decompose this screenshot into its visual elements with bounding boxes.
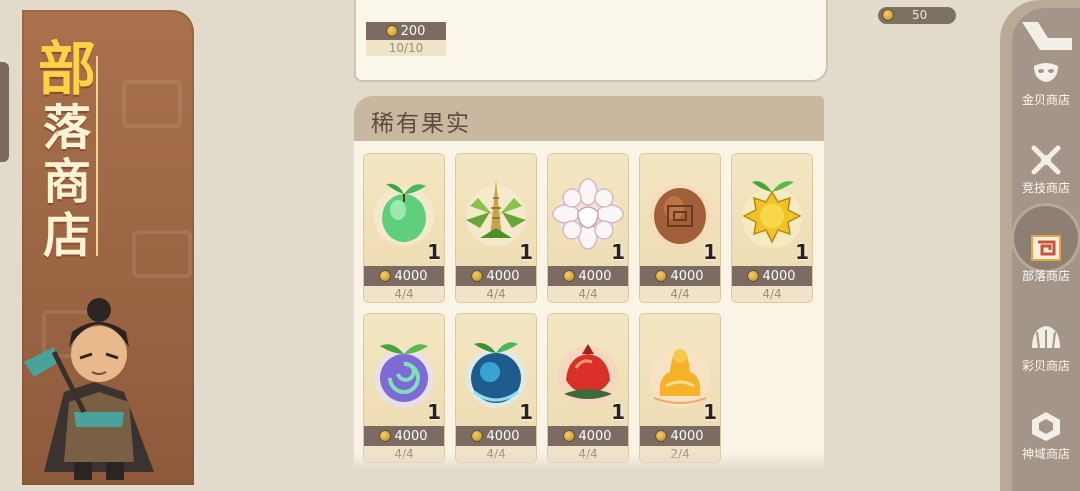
item-price: 200: [400, 23, 426, 39]
shop-item-card[interactable]: 1 4000 4/4: [640, 154, 720, 302]
banner-title-char: 店: [42, 208, 91, 264]
coin-icon: [380, 271, 391, 281]
crossed-swords-icon: [1031, 145, 1061, 175]
left-edge-tab[interactable]: [0, 62, 9, 162]
shop-item-card[interactable]: 1 4000 4/4: [548, 314, 628, 462]
section-title: 稀有果实: [371, 111, 471, 137]
coin-icon: [564, 271, 575, 281]
banner-divider: [96, 56, 98, 256]
stock-bar: 10/10: [366, 40, 446, 56]
section-header: 稀有果实: [354, 96, 824, 141]
coin-icon: [380, 431, 391, 441]
nav-item-arena-shop[interactable]: 竞技商店: [1012, 126, 1080, 196]
coin-icon: [656, 271, 667, 281]
currency-amount: 50: [912, 8, 928, 22]
price-bar: 4000: [732, 266, 812, 286]
banner-title-char: 商: [42, 154, 91, 210]
coin-icon: [883, 10, 893, 20]
nav-item-label: 金贝商店: [1021, 93, 1070, 107]
price-bar: 4000: [640, 426, 720, 446]
shop-item-card[interactable]: 1 4000 4/4: [364, 314, 444, 462]
item-stock: 4/4: [394, 287, 414, 301]
previous-section-panel: 200 10/10: [354, 0, 828, 82]
item-price: 4000: [670, 268, 704, 284]
stock-bar: 4/4: [640, 286, 720, 302]
currency-display: 50: [878, 7, 956, 24]
item-stock: 10/10: [388, 41, 424, 55]
item-quantity: 1: [427, 400, 441, 424]
price-bar: 4000: [640, 266, 720, 286]
rare-fruits-section[interactable]: 稀有果实 1 4000 4/4 1 4000 4/4 1 4000 4/4 1 …: [354, 96, 824, 468]
shell-icon: [1032, 326, 1060, 349]
nav-item-label: 神域商店: [1021, 447, 1070, 461]
item-price: 4000: [394, 268, 428, 284]
banner-title-char: 落: [42, 100, 91, 156]
item-quantity: 1: [519, 400, 533, 424]
shop-item-card[interactable]: 1 4000 2/4: [640, 314, 720, 462]
banner-title-char: 部: [38, 35, 97, 103]
price-bar: 4000: [548, 426, 628, 446]
shop-item-card[interactable]: 1 4000 4/4: [364, 154, 444, 302]
price-bar: 4000: [364, 426, 444, 446]
banner-title: 部 落 商 店: [38, 40, 96, 260]
mask-icon: [1034, 63, 1058, 82]
price-bar: 4000: [364, 266, 444, 286]
item-price: 4000: [578, 268, 612, 284]
hexagon-gem-icon: [1032, 412, 1060, 441]
nav-item-tribe-shop[interactable]: 部落商店: [1012, 206, 1080, 284]
tribal-merchant-character: [24, 298, 154, 480]
item-stock: 4/4: [486, 287, 506, 301]
stock-bar: 4/4: [456, 286, 536, 302]
tribal-emblem-icon: [1031, 235, 1061, 261]
item-price: 4000: [670, 428, 704, 444]
item-stock: 4/4: [762, 287, 782, 301]
item-price: 4000: [486, 428, 520, 444]
coin-icon: [472, 271, 483, 281]
shop-item-card[interactable]: 1 4000 4/4: [456, 154, 536, 302]
price-bar: 4000: [548, 266, 628, 286]
item-quantity: 1: [703, 240, 717, 264]
coin-icon: [472, 431, 483, 441]
list-fade: [354, 452, 824, 468]
item-price: 4000: [394, 428, 428, 444]
item-price: 4000: [486, 268, 520, 284]
stock-bar: 4/4: [548, 286, 628, 302]
price-bar: 4000: [456, 426, 536, 446]
shop-item-card[interactable]: 1 4000 4/4: [732, 154, 812, 302]
nav-item-gold-shell-shop[interactable]: 金贝商店: [1012, 38, 1080, 108]
item-quantity: 1: [611, 400, 625, 424]
coin-icon: [564, 431, 575, 441]
nav-item-label: 竞技商店: [1021, 181, 1070, 195]
shop-item-card[interactable]: 1 4000 4/4: [548, 154, 628, 302]
nav-item-color-shell-shop[interactable]: 彩贝商店: [1012, 304, 1080, 374]
stock-bar: 4/4: [364, 286, 444, 302]
item-quantity: 1: [703, 400, 717, 424]
item-quantity: 1: [519, 240, 533, 264]
coin-icon: [386, 26, 397, 36]
item-stock: 4/4: [670, 287, 690, 301]
item-quantity: 1: [427, 240, 441, 264]
banner-pattern: [132, 230, 192, 278]
coin-icon: [748, 271, 759, 281]
shop-item-card[interactable]: 200 10/10: [366, 22, 446, 60]
item-quantity: 1: [795, 240, 809, 264]
stock-bar: 4/4: [732, 286, 812, 302]
item-price: 4000: [762, 268, 796, 284]
item-price: 4000: [578, 428, 612, 444]
shop-item-card[interactable]: 1 4000 4/4: [456, 314, 536, 462]
banner-pattern: [122, 80, 182, 128]
nav-item-label: 部落商店: [1021, 269, 1070, 283]
item-stock: 4/4: [578, 287, 598, 301]
nav-item-divine-realm-shop[interactable]: 神域商店: [1012, 392, 1080, 462]
coin-icon: [656, 431, 667, 441]
nav-item-label: 彩贝商店: [1021, 359, 1070, 373]
item-quantity: 1: [611, 240, 625, 264]
price-bar: 4000: [456, 266, 536, 286]
price-bar: 200: [366, 22, 446, 40]
